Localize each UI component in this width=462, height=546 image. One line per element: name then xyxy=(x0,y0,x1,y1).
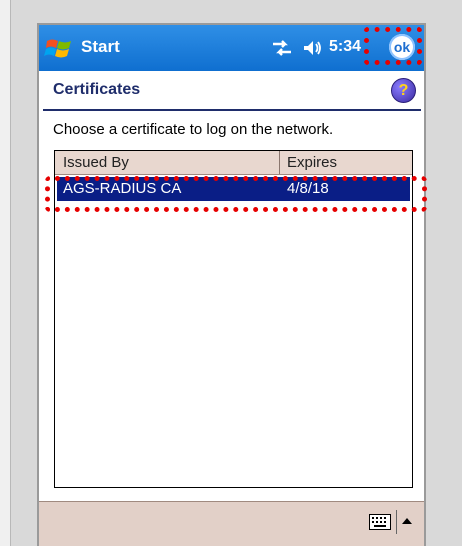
certificate-expires: 4/8/18 xyxy=(287,180,329,197)
up-arrow-icon[interactable] xyxy=(401,516,413,526)
help-icon[interactable]: ? xyxy=(391,78,416,103)
clock[interactable]: 5:34 xyxy=(329,38,361,56)
connectivity-icon[interactable] xyxy=(271,39,293,57)
instruction-text: Choose a certificate to log on the netwo… xyxy=(53,121,334,138)
device-screen: Start 5:34 ok Certificates ? Choose a ce… xyxy=(37,23,426,546)
title-bar: Start 5:34 ok xyxy=(39,25,424,71)
speaker-icon[interactable] xyxy=(301,39,323,57)
list-header: Issued By Expires xyxy=(55,151,412,175)
certificate-row[interactable]: AGS-RADIUS CA 4/8/18 xyxy=(57,177,410,201)
certificate-issued-by: AGS-RADIUS CA xyxy=(63,180,182,197)
page-title: Certificates xyxy=(53,81,141,98)
keyboard-icon[interactable] xyxy=(369,514,391,530)
start-label[interactable]: Start xyxy=(81,37,120,57)
input-divider xyxy=(396,510,397,534)
ok-button[interactable]: ok xyxy=(389,34,415,60)
column-header-expires[interactable]: Expires xyxy=(287,154,337,171)
windows-flag-icon[interactable] xyxy=(44,35,76,63)
header-divider xyxy=(43,109,421,111)
column-header-issued-by[interactable]: Issued By xyxy=(63,154,129,171)
column-divider[interactable] xyxy=(279,151,280,174)
menu-bar xyxy=(39,501,424,546)
certificate-list[interactable]: Issued By Expires AGS-RADIUS CA 4/8/18 xyxy=(54,150,413,488)
left-strip xyxy=(0,0,11,546)
